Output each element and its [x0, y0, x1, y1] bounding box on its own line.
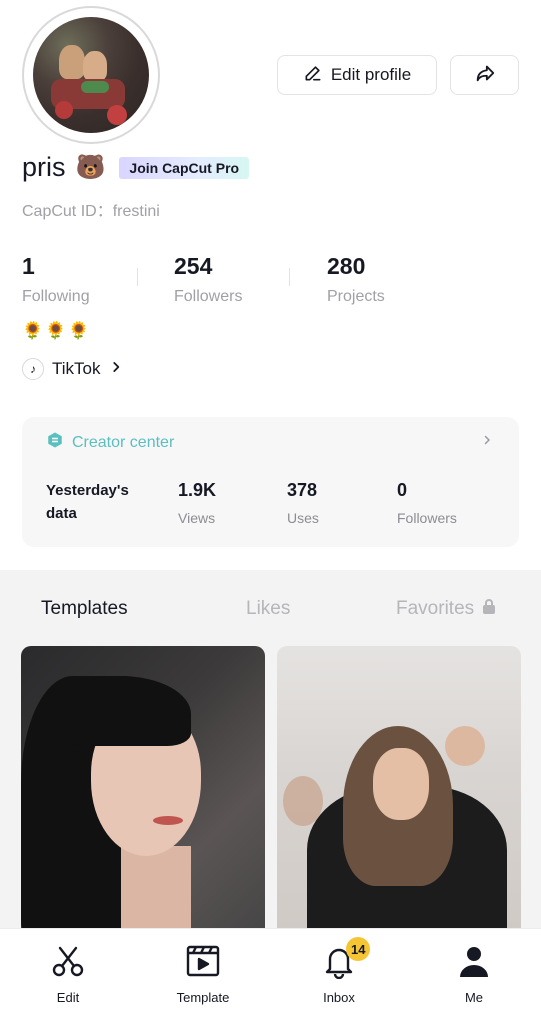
creator-center-icon — [46, 431, 64, 454]
join-pro-badge[interactable]: Join CapCut Pro — [119, 156, 250, 179]
metric-label: Followers — [397, 510, 457, 526]
nav-label: Inbox — [323, 990, 355, 1005]
metric-value: 1.9K — [178, 480, 217, 500]
pencil-icon — [303, 63, 323, 88]
username: pris — [22, 152, 66, 182]
bio-sunflower-emojis: 🌻🌻🌻 — [22, 321, 92, 340]
metric-value: 378 — [287, 480, 318, 500]
inbox-badge: 14 — [346, 937, 371, 961]
creator-center-title: Creator center — [72, 433, 175, 451]
nav-label: Edit — [56, 990, 80, 1005]
share-button[interactable] — [450, 55, 519, 95]
nav-template[interactable]: Template — [158, 943, 248, 1005]
tiktok-icon: ♪ — [22, 358, 44, 380]
capcut-id: CapCut ID：frestini — [22, 203, 160, 220]
edit-profile-label: Edit profile — [330, 65, 412, 84]
metric-uses: 378 Uses — [287, 480, 319, 526]
template-card[interactable] — [277, 646, 521, 946]
tab-favorites-label: Favorites — [396, 598, 475, 619]
avatar-image — [33, 17, 149, 133]
chevron-right-icon — [481, 433, 493, 451]
metric-label: Views — [178, 510, 216, 526]
metric-views: 1.9K Views — [178, 480, 216, 526]
metric-value: 0 — [397, 480, 408, 500]
metric-label: Uses — [287, 510, 319, 526]
nav-label: Me — [464, 990, 484, 1005]
yesterday-data-label: Yesterday's data — [46, 482, 129, 522]
creator-center-card[interactable]: Creator center Yesterday's data 1.9K Vie… — [22, 417, 519, 547]
tiktok-label: TikTok — [52, 359, 101, 378]
template-card[interactable] — [21, 646, 265, 946]
share-icon — [474, 62, 496, 89]
stat-label: Following — [22, 288, 90, 305]
chevron-right-icon — [109, 359, 123, 379]
stat-divider — [289, 268, 290, 286]
stat-value: 254 — [174, 253, 213, 279]
stat-following[interactable]: 1 Following — [22, 253, 90, 306]
person-icon — [456, 943, 492, 984]
scissors-icon — [50, 943, 86, 984]
stat-divider — [137, 268, 138, 286]
username-row: pris 🐻 Join CapCut Pro — [22, 152, 250, 183]
stat-value: 1 — [22, 253, 35, 279]
stat-value: 280 — [327, 253, 366, 279]
nav-inbox[interactable]: 14 Inbox — [294, 937, 384, 1005]
template-icon — [185, 943, 221, 984]
tiktok-link[interactable]: ♪ TikTok — [22, 358, 123, 380]
tab-favorites[interactable]: Favorites — [396, 598, 496, 620]
metric-followers: 0 Followers — [397, 480, 457, 526]
edit-profile-button[interactable]: Edit profile — [277, 55, 437, 95]
profile-avatar[interactable] — [22, 6, 160, 144]
tab-likes[interactable]: Likes — [246, 598, 290, 620]
lock-icon — [482, 598, 496, 620]
nav-label: Template — [176, 990, 230, 1005]
tab-templates[interactable]: Templates — [41, 598, 128, 620]
bear-emoji-icon: 🐻 — [75, 154, 106, 181]
stat-label: Followers — [174, 288, 243, 305]
nav-edit[interactable]: Edit — [23, 943, 113, 1005]
nav-me[interactable]: Me — [429, 943, 519, 1005]
stat-followers[interactable]: 254 Followers — [174, 253, 242, 306]
creator-center-header: Creator center — [46, 431, 174, 454]
bottom-navigation: Edit Template 14 Inbox Me — [0, 928, 541, 1023]
stat-label: Projects — [327, 288, 385, 305]
stat-projects[interactable]: 280 Projects — [327, 253, 385, 306]
